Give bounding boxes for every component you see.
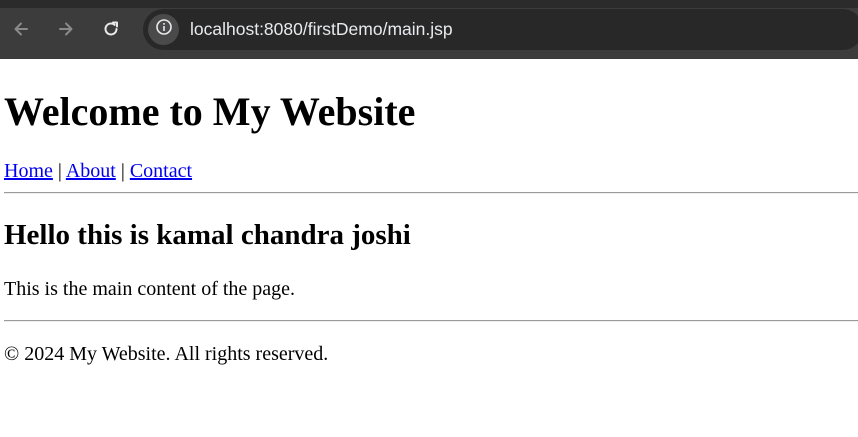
browser-toolbar: localhost:8080/firstDemo/main.jsp — [0, 0, 858, 59]
nav-separator: | — [57, 160, 62, 182]
address-bar[interactable]: localhost:8080/firstDemo/main.jsp — [143, 9, 858, 50]
arrow-right-icon — [56, 19, 76, 39]
site-nav: Home | About | Contact — [4, 160, 192, 183]
main-content-text: This is the main content of the page. — [4, 278, 296, 300]
info-icon — [155, 18, 173, 41]
divider — [4, 192, 858, 194]
footer-text: © 2024 My Website. All rights reserved. — [4, 343, 329, 365]
reload-button[interactable] — [100, 18, 122, 40]
divider — [4, 320, 858, 322]
page-title: Welcome to My Website — [4, 89, 416, 134]
tab-strip — [0, 0, 858, 8]
forward-button[interactable] — [55, 18, 77, 40]
reload-icon — [101, 19, 121, 39]
nav-link-about[interactable]: About — [66, 160, 116, 182]
arrow-left-icon — [11, 19, 31, 39]
url-text[interactable]: localhost:8080/firstDemo/main.jsp — [190, 19, 453, 40]
site-info-button[interactable] — [148, 14, 179, 45]
back-button[interactable] — [10, 18, 32, 40]
nav-separator: | — [120, 160, 125, 182]
main-heading: Hello this is kamal chandra joshi — [4, 219, 411, 251]
nav-link-contact[interactable]: Contact — [130, 160, 192, 182]
nav-link-home[interactable]: Home — [4, 160, 53, 182]
